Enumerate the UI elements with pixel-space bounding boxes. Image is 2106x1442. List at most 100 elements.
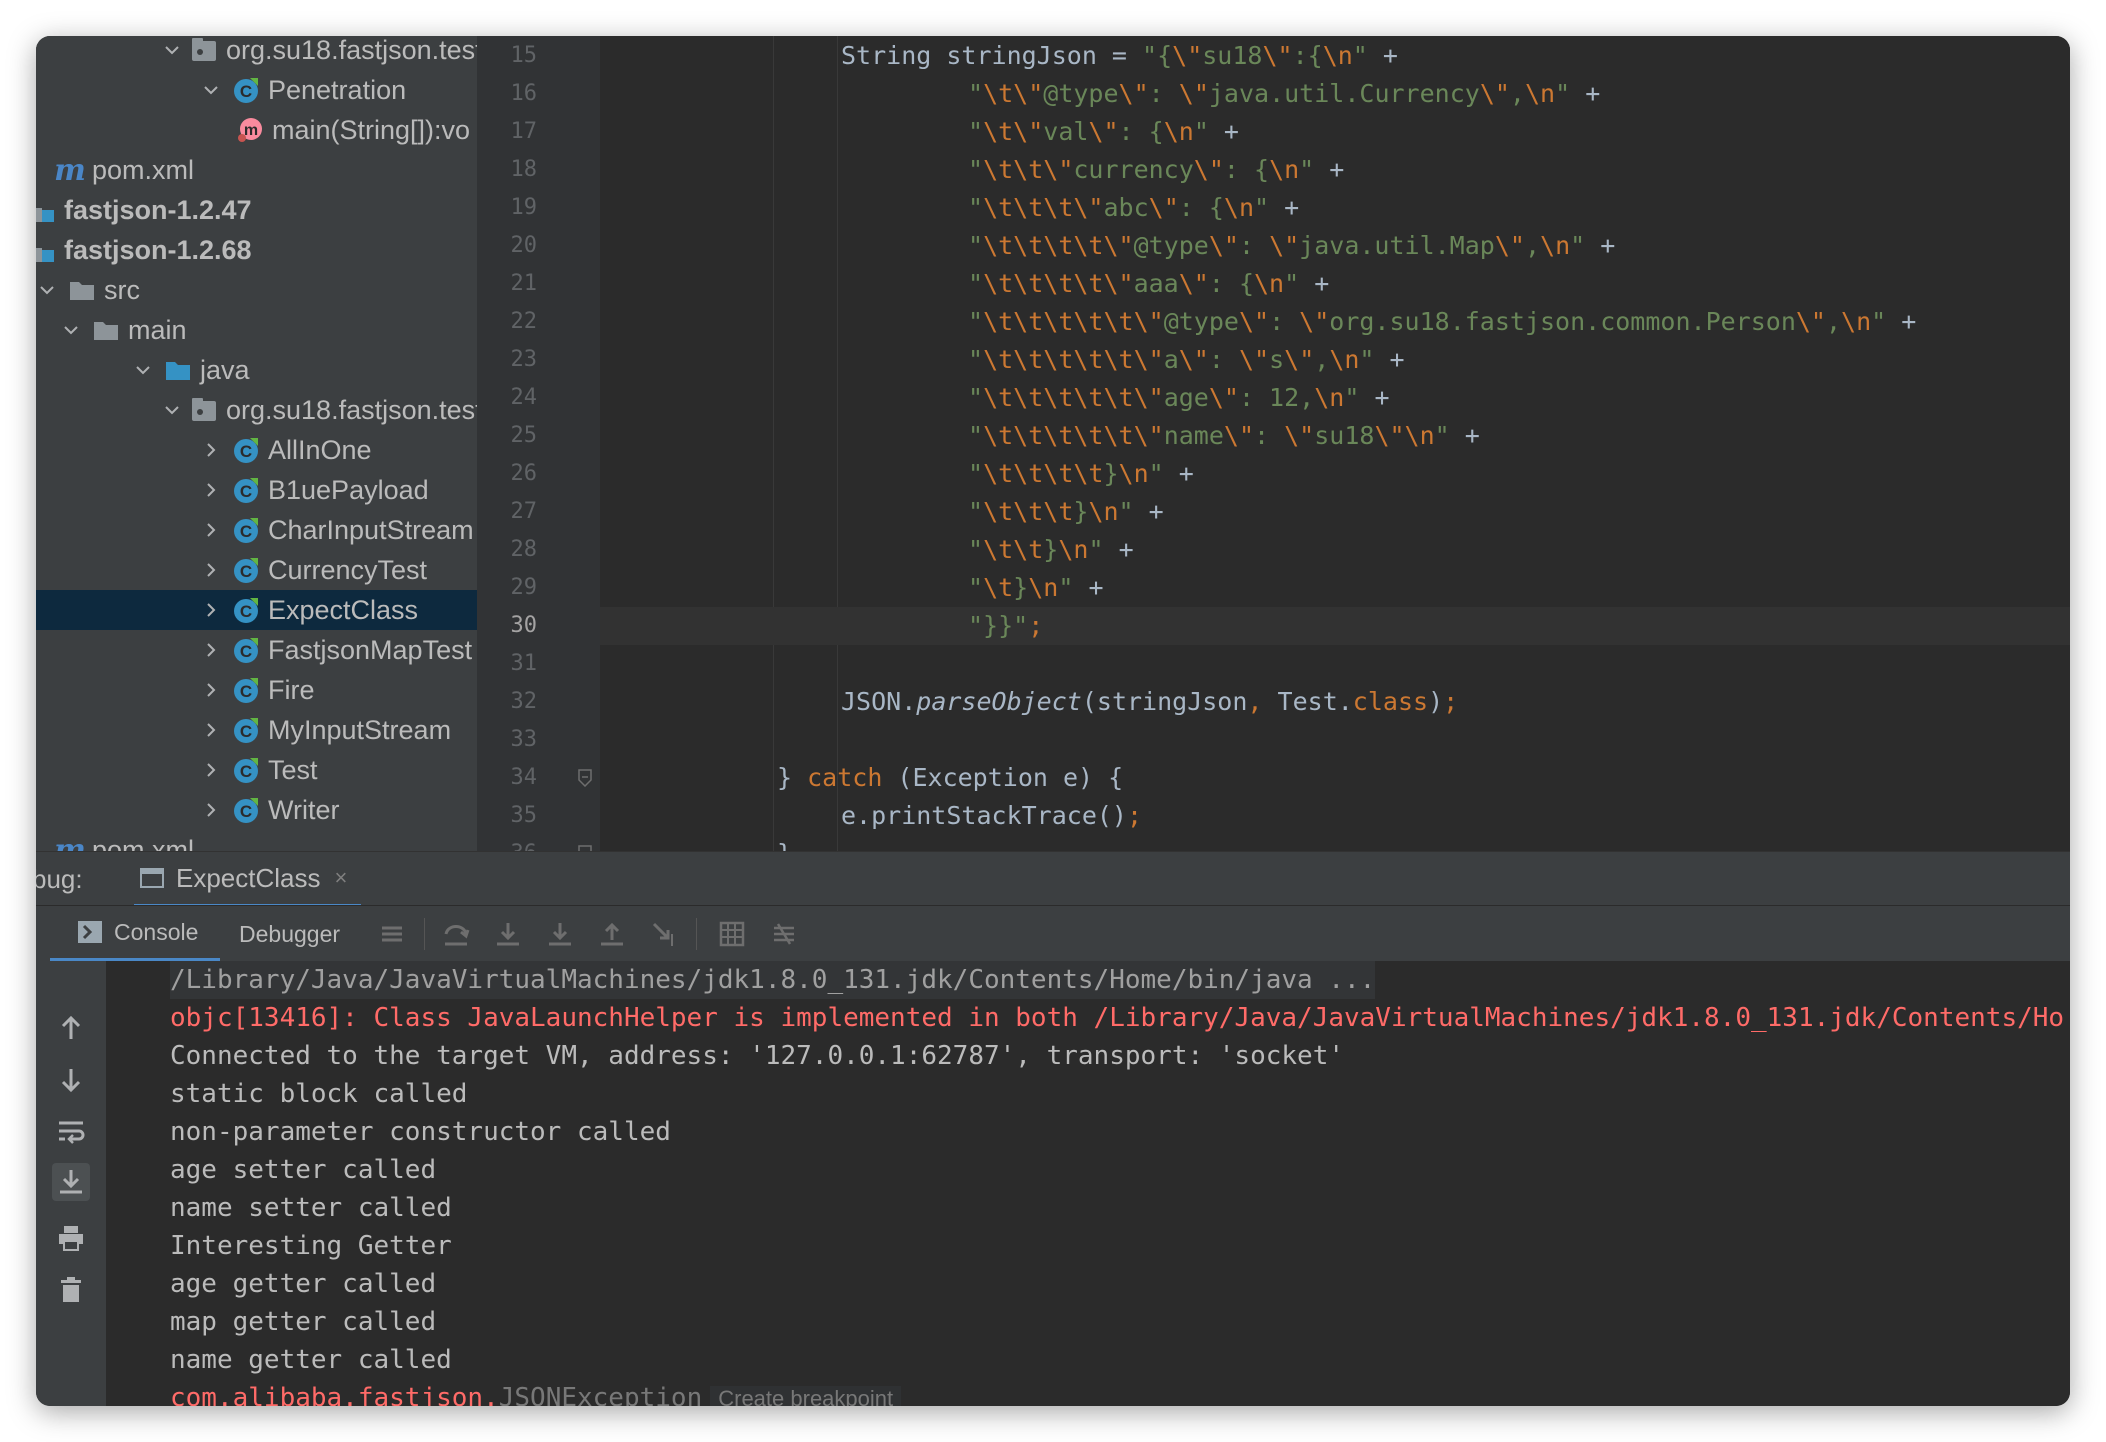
code-line[interactable]: "\t\t\t\t\"@type\": \"java.util.Map\",\n… xyxy=(600,227,2070,265)
line-number[interactable]: 26 xyxy=(477,455,538,493)
line-number[interactable]: 30 xyxy=(477,607,538,645)
chevron-right-icon[interactable] xyxy=(200,759,222,781)
tree-item[interactable]: C Writer xyxy=(36,790,477,830)
print-icon[interactable] xyxy=(56,1223,86,1253)
tree-item[interactable]: fastjson-1.2.68 xyxy=(36,230,469,270)
code-line[interactable]: JSON.parseObject(stringJson, Test.class)… xyxy=(600,683,2070,721)
chevron-right-icon[interactable] xyxy=(200,439,222,461)
console-output[interactable]: /Library/Java/JavaVirtualMachines/jdk1.8… xyxy=(106,961,2070,1406)
tree-item[interactable]: m main(String[]):vo xyxy=(36,110,477,150)
arrow-down-icon[interactable] xyxy=(56,1065,86,1095)
tree-item[interactable]: main xyxy=(36,310,477,350)
line-number[interactable]: 24 xyxy=(477,379,538,417)
tree-item[interactable]: org.su18.fastjson.test xyxy=(36,390,477,430)
code-line[interactable]: "\t\t\t\t\t\"@type\": \"org.su18.fastjso… xyxy=(600,303,2070,341)
line-number[interactable]: 22 xyxy=(477,303,538,341)
tree-item[interactable]: C Fire xyxy=(36,670,477,710)
code-line[interactable]: "\t\t\t\t}\n" + xyxy=(600,455,2070,493)
line-number[interactable]: 16 xyxy=(477,75,538,113)
tree-item[interactable]: org.su18.fastjson.test xyxy=(36,36,477,70)
chevron-right-icon[interactable] xyxy=(200,799,222,821)
chevron-down-icon[interactable] xyxy=(36,279,58,301)
tab-debugger[interactable]: Debugger xyxy=(239,906,340,962)
tree-item[interactable]: C Penetration xyxy=(36,70,477,110)
tree-item[interactable]: C FastjsonMapTest xyxy=(36,630,477,670)
code-editor[interactable]: String stringJson = "{\"su18\":{\n" + "\t… xyxy=(600,36,2070,851)
line-number[interactable]: 25 xyxy=(477,417,538,455)
chevron-right-icon[interactable] xyxy=(200,719,222,741)
line-number[interactable]: 28 xyxy=(477,531,538,569)
chevron-down-icon[interactable] xyxy=(200,79,222,101)
line-number[interactable]: 29 xyxy=(477,569,538,607)
code-line[interactable]: "\t\t\t\t\t\"age\": 12,\n" + xyxy=(600,379,2070,417)
tree-item[interactable]: C B1uePayload xyxy=(36,470,477,510)
soft-wrap-icon[interactable] xyxy=(56,1117,86,1147)
evaluate-expression-icon[interactable] xyxy=(718,920,746,948)
line-number[interactable]: 35 xyxy=(477,797,538,835)
force-step-into-icon[interactable] xyxy=(546,920,574,948)
chevron-down-icon[interactable] xyxy=(132,359,154,381)
chevron-down-icon[interactable] xyxy=(164,399,180,421)
chevron-right-icon[interactable] xyxy=(200,599,222,621)
code-line[interactable]: e.printStackTrace(); xyxy=(600,797,2070,835)
tree-item[interactable]: java xyxy=(36,350,477,390)
tree-item[interactable]: C CurrencyTest xyxy=(36,550,477,590)
chevron-down-icon[interactable] xyxy=(60,319,82,341)
code-line[interactable]: "\t\"val\": {\n" + xyxy=(600,113,2070,151)
trash-icon[interactable] xyxy=(56,1275,86,1305)
debug-session-tab[interactable]: ExpectClass × xyxy=(134,852,362,908)
line-number[interactable]: 27 xyxy=(477,493,538,531)
code-line[interactable]: "\t}\n" + xyxy=(600,569,2070,607)
code-line[interactable] xyxy=(600,721,2070,759)
line-number[interactable]: 15 xyxy=(477,37,538,75)
create-breakpoint-hint[interactable]: Create breakpoint xyxy=(710,1386,902,1406)
code-line[interactable]: String stringJson = "{\"su18\":{\n" + xyxy=(600,37,2070,75)
code-line[interactable]: "\t\t\t\"abc\": {\n" + xyxy=(600,189,2070,227)
code-line[interactable]: "\t\t}\n" + xyxy=(600,531,2070,569)
line-number[interactable]: 34 xyxy=(477,759,538,797)
line-number[interactable]: 33 xyxy=(477,721,538,759)
tree-item[interactable]: m pom.xml xyxy=(36,830,477,852)
tree-item[interactable]: C MyInputStream xyxy=(36,710,477,750)
tab-console[interactable]: Console xyxy=(50,906,221,962)
chevron-right-icon[interactable] xyxy=(200,639,222,661)
chevron-right-icon[interactable] xyxy=(200,519,222,541)
tree-item[interactable]: C AllInOne xyxy=(36,430,477,470)
line-number[interactable]: 18 xyxy=(477,151,538,189)
tree-item[interactable]: src xyxy=(36,270,477,310)
code-line[interactable]: "\t\t\t\t\t\"name\": \"su18\"\n" + xyxy=(600,417,2070,455)
scroll-to-end-icon[interactable] xyxy=(52,1163,90,1201)
code-line[interactable]: } catch (Exception e) { xyxy=(600,759,2070,797)
code-line[interactable]: "\t\"@type\": \"java.util.Currency\",\n"… xyxy=(600,75,2070,113)
close-tab-icon[interactable]: × xyxy=(335,865,348,891)
step-out-icon[interactable] xyxy=(598,920,626,948)
arrow-up-icon[interactable] xyxy=(56,1013,86,1043)
exception-class-name[interactable]: JSONException xyxy=(499,1383,703,1406)
code-line[interactable]: "\t\t\t}\n" + xyxy=(600,493,2070,531)
run-to-cursor-icon[interactable] xyxy=(650,920,678,948)
code-line[interactable]: } xyxy=(600,835,2070,851)
trace-stream-icon[interactable] xyxy=(770,920,798,948)
line-number[interactable]: 19 xyxy=(477,189,538,227)
exception-link[interactable]: com.alibaba.fastjson. xyxy=(170,1383,499,1406)
step-over-icon[interactable] xyxy=(442,920,470,948)
line-number[interactable]: 20 xyxy=(477,227,538,265)
fold-end-icon[interactable] xyxy=(577,769,593,788)
code-line[interactable]: "\t\t\"currency\": {\n" + xyxy=(600,151,2070,189)
tree-item[interactable]: C Test xyxy=(36,750,477,790)
chevron-right-icon[interactable] xyxy=(200,679,222,701)
code-line[interactable]: "}}"; xyxy=(600,607,2070,645)
line-number[interactable]: 31 xyxy=(477,645,538,683)
chevron-down-icon[interactable] xyxy=(164,39,180,61)
tree-item[interactable]: C CharInputStream xyxy=(36,510,477,550)
step-into-icon[interactable] xyxy=(494,920,522,948)
line-number[interactable]: 23 xyxy=(477,341,538,379)
line-number[interactable]: 17 xyxy=(477,113,538,151)
line-number[interactable]: 21 xyxy=(477,265,538,303)
chevron-right-icon[interactable] xyxy=(200,479,222,501)
chevron-right-icon[interactable] xyxy=(200,559,222,581)
frames-icon[interactable] xyxy=(378,920,406,948)
tree-item[interactable]: C ExpectClass xyxy=(36,590,477,630)
line-number[interactable]: 32 xyxy=(477,683,538,721)
code-line[interactable] xyxy=(600,645,2070,683)
